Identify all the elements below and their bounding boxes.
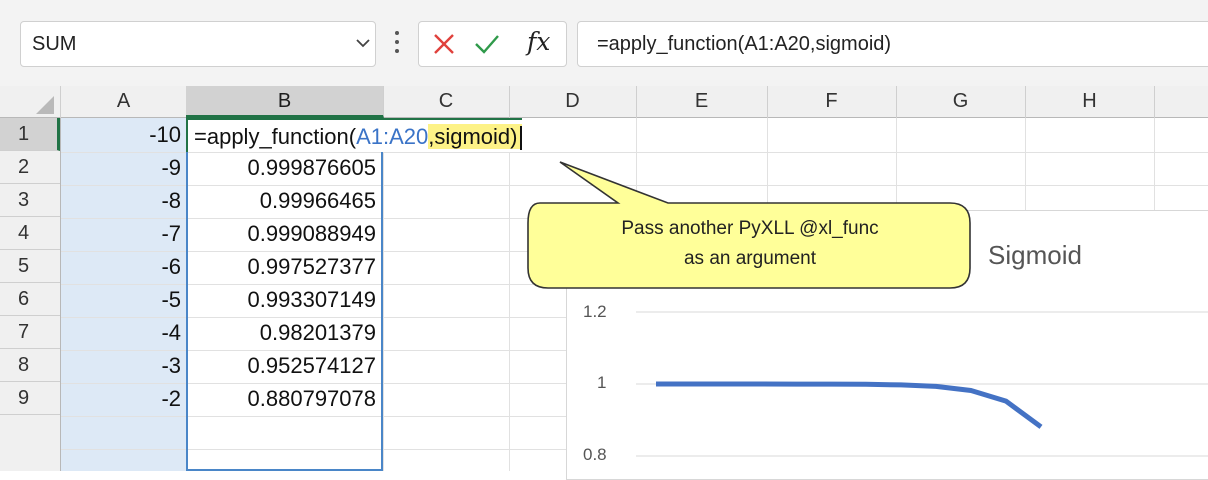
row-header-9[interactable]: 9 — [0, 382, 60, 415]
cell-a7[interactable]: -4 — [61, 316, 181, 350]
callout-text: Pass another PyXLL @xl_func as an argume… — [535, 214, 965, 274]
column-header-h[interactable]: H — [1025, 86, 1155, 118]
cell-b1-editor[interactable]: =apply_function(A1:A20,sigmoid) — [186, 118, 522, 152]
select-all-button[interactable] — [0, 86, 61, 118]
cell-a4[interactable]: -7 — [61, 217, 181, 251]
formula-suffix: ) — [510, 124, 518, 149]
row-header-2[interactable]: 2 — [0, 151, 60, 184]
callout-line-1: Pass another PyXLL @xl_func — [621, 218, 879, 239]
column-header-row: A B C D E F G H — [0, 86, 1208, 118]
cell-a1[interactable]: -10 — [61, 118, 181, 152]
cell-b9[interactable]: 0.880797078 — [190, 382, 376, 416]
select-all-triangle-icon — [36, 96, 54, 114]
formula-func-arg: sigmoid — [434, 124, 511, 149]
column-header-e[interactable]: E — [636, 86, 768, 118]
row-header-1[interactable]: 1 — [0, 118, 60, 151]
cell-a6[interactable]: -5 — [61, 283, 181, 317]
x-icon[interactable] — [431, 31, 457, 57]
cell-b7[interactable]: 0.98201379 — [190, 316, 376, 350]
column-header-g[interactable]: G — [896, 86, 1026, 118]
row-header-4[interactable]: 4 — [0, 217, 60, 250]
column-header-f[interactable]: F — [767, 86, 897, 118]
column-header-d[interactable]: D — [509, 86, 637, 118]
formula-controls: fx — [418, 21, 567, 67]
column-header-a[interactable]: A — [61, 86, 187, 118]
vertical-dots-icon[interactable] — [394, 29, 400, 55]
chart-title: Sigmoid — [988, 240, 1082, 270]
cell-b2[interactable]: 0.999876605 — [190, 151, 376, 185]
cell-b6[interactable]: 0.993307149 — [190, 283, 376, 317]
callout-line-2: as an argument — [683, 248, 817, 269]
cell-b4[interactable]: 0.999088949 — [190, 217, 376, 251]
name-box-value: SUM — [32, 33, 77, 55]
y-tick-label-1: 1 — [597, 373, 607, 392]
column-header-c[interactable]: C — [383, 86, 510, 118]
formula-bar-area: SUM fx =apply_function(A1:A20,sigmoid) — [0, 0, 1208, 86]
row-header-8[interactable]: 8 — [0, 349, 60, 382]
row-header-6[interactable]: 6 — [0, 283, 60, 316]
text-caret — [519, 126, 522, 151]
cell-a2[interactable]: -9 — [61, 151, 181, 185]
row-header-column: 1 2 3 4 5 6 7 8 9 — [0, 118, 61, 471]
insert-function-icon[interactable]: fx — [527, 27, 550, 56]
cell-b8[interactable]: 0.952574127 — [190, 349, 376, 383]
cell-a5[interactable]: -6 — [61, 250, 181, 284]
column-header-b[interactable]: B — [186, 86, 384, 118]
cell-b5[interactable]: 0.997527377 — [190, 250, 376, 284]
cell-b3[interactable]: 0.99966465 — [190, 184, 376, 218]
chevron-down-icon[interactable] — [355, 35, 371, 51]
formula-text: =apply_function(A1:A20,sigmoid) — [597, 33, 892, 55]
y-tick-label-1-2: 1.2 — [583, 302, 607, 321]
cell-a9[interactable]: -2 — [61, 382, 181, 416]
row-header-5[interactable]: 5 — [0, 250, 60, 283]
row-header-3[interactable]: 3 — [0, 184, 60, 217]
cell-a3[interactable]: -8 — [61, 184, 181, 218]
formula-prefix: =apply_function( — [194, 124, 357, 149]
formula-range-ref: A1:A20 — [356, 124, 429, 149]
formula-input[interactable]: =apply_function(A1:A20,sigmoid) — [577, 21, 1208, 67]
name-box[interactable]: SUM — [20, 21, 376, 67]
row-header-7[interactable]: 7 — [0, 316, 60, 349]
check-icon[interactable] — [474, 31, 500, 57]
y-tick-label-0-8: 0.8 — [583, 445, 607, 464]
cell-a8[interactable]: -3 — [61, 349, 181, 383]
